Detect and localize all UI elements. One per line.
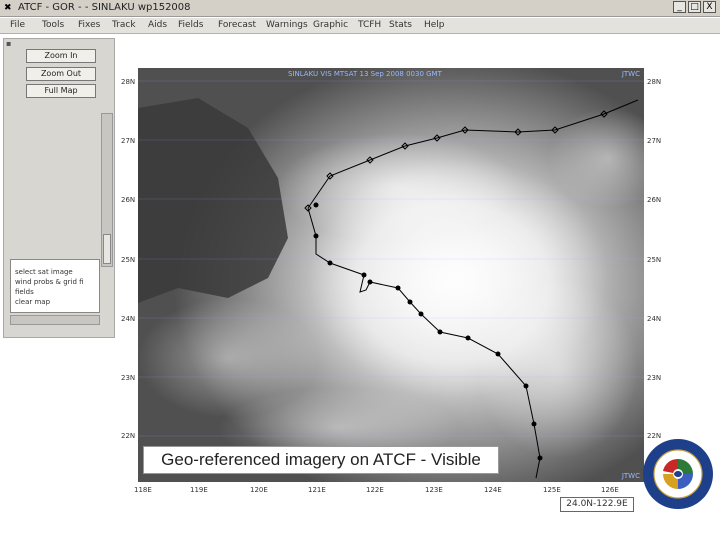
list-item[interactable]: select sat image (15, 268, 73, 276)
maximize-button[interactable]: □ (688, 1, 701, 13)
atcf-window: ✖ ATCF - GOR - - SINLAKU wp152008 _ □ X … (0, 0, 720, 540)
lon-label: 124E (484, 486, 502, 494)
lon-label: 119E (190, 486, 208, 494)
scrollbar-thumb[interactable] (103, 234, 111, 264)
control-panel: ▪ Zoom In Zoom Out Full Map select sat i… (3, 38, 115, 338)
menu-fixes[interactable]: Fixes (78, 20, 100, 30)
lon-label: 122E (366, 486, 384, 494)
menu-forecast[interactable]: Forecast (218, 20, 256, 30)
menu-help[interactable]: Help (424, 20, 445, 30)
menu-graphic[interactable]: Graphic (313, 20, 348, 30)
lon-label: 126E (601, 486, 619, 494)
cursor-coordinates: 24.0N-122.9E (560, 497, 634, 512)
zoom-out-button[interactable]: Zoom Out (26, 67, 96, 81)
menu-fields[interactable]: Fields (178, 20, 203, 30)
lat-label-right: 26N (647, 196, 662, 204)
slide-caption: Geo-referenced imagery on ATCF - Visible (143, 446, 499, 474)
window-controls: _ □ X (673, 1, 716, 13)
lat-label: 28N (121, 78, 136, 86)
menu-bar: File Tools Fixes Track Aids Fields Forec… (0, 18, 720, 34)
lon-label: 123E (425, 486, 443, 494)
image-info-header: SINLAKU VIS MTSAT 13 Sep 2008 0030 GMT (288, 70, 442, 78)
menu-track[interactable]: Track (112, 20, 136, 30)
lat-label-right: 23N (647, 374, 662, 382)
panel-grip-icon[interactable]: ▪ (6, 39, 11, 48)
lon-label: 120E (250, 486, 268, 494)
lat-label-right: 24N (647, 315, 662, 323)
lat-label-right: 27N (647, 137, 662, 145)
lat-label: 24N (121, 315, 136, 323)
menu-file[interactable]: File (10, 20, 25, 30)
close-button[interactable]: X (703, 1, 716, 13)
menu-stats[interactable]: Stats (389, 20, 412, 30)
lat-label: 25N (121, 256, 136, 264)
agency-tag: JTWC (621, 70, 640, 78)
action-list: select sat image wind probs & grid fi fi… (10, 259, 100, 313)
list-item[interactable]: wind probs & grid fi (15, 278, 84, 286)
list-hscrollbar[interactable] (10, 315, 100, 325)
lon-label: 125E (543, 486, 561, 494)
list-item[interactable]: clear map (15, 298, 50, 306)
window-title: ATCF - GOR - - SINLAKU wp152008 (18, 2, 191, 13)
zoom-in-button[interactable]: Zoom In (26, 49, 96, 63)
menu-warnings[interactable]: Warnings (266, 20, 308, 30)
lon-label: 118E (134, 486, 152, 494)
app-icon: ✖ (4, 3, 12, 13)
lat-label: 23N (121, 374, 136, 382)
list-item[interactable]: fields (15, 288, 34, 296)
menu-tcfh[interactable]: TCFH (358, 20, 381, 30)
lat-label-right: 28N (647, 78, 662, 86)
panel-scrollbar[interactable] (101, 113, 113, 267)
menu-tools[interactable]: Tools (42, 20, 64, 30)
title-bar: ✖ ATCF - GOR - - SINLAKU wp152008 _ □ X (0, 0, 720, 17)
minimize-button[interactable]: _ (673, 1, 686, 13)
lat-label: 27N (121, 137, 136, 145)
lat-label: 22N (121, 432, 136, 440)
lon-label: 121E (308, 486, 326, 494)
satellite-map[interactable]: SINLAKU VIS MTSAT 13 Sep 2008 0030 GMT J… (138, 68, 644, 482)
lat-label: 26N (121, 196, 136, 204)
agency-tag-bottom: JTWC (621, 472, 640, 480)
lat-label-right: 25N (647, 256, 662, 264)
satellite-image (138, 68, 644, 482)
jtwc-emblem-icon (643, 439, 713, 509)
menu-aids[interactable]: Aids (148, 20, 167, 30)
full-map-button[interactable]: Full Map (26, 84, 96, 98)
